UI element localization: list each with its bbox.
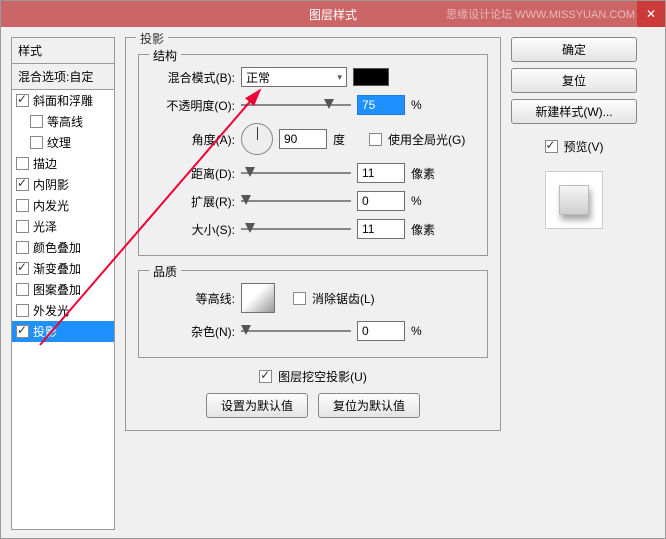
shadow-color-swatch[interactable] xyxy=(353,68,389,86)
distance-slider[interactable] xyxy=(241,166,351,180)
style-checkbox[interactable] xyxy=(16,283,29,296)
blend-mode-label: 混合模式(B): xyxy=(151,69,235,86)
distance-label: 距离(D): xyxy=(151,165,235,182)
close-button[interactable]: ✕ xyxy=(637,1,665,27)
preview-box xyxy=(545,171,603,229)
style-item-label: 投影 xyxy=(33,323,57,340)
reset-default-button[interactable]: 复位为默认值 xyxy=(318,393,420,418)
blend-mode-select[interactable]: 正常▾ xyxy=(241,67,347,87)
contour-label: 等高线: xyxy=(151,290,235,307)
style-checkbox[interactable] xyxy=(16,241,29,254)
style-item-label: 描边 xyxy=(33,155,57,172)
style-item-渐变叠加[interactable]: 渐变叠加 xyxy=(12,258,114,279)
new-style-button[interactable]: 新建样式(W)... xyxy=(511,99,637,124)
style-item-斜面和浮雕[interactable]: 斜面和浮雕 xyxy=(12,90,114,111)
global-light-label: 使用全局光(G) xyxy=(388,131,465,148)
close-icon: ✕ xyxy=(646,7,656,21)
angle-label: 角度(A): xyxy=(151,131,235,148)
style-item-纹理[interactable]: 纹理 xyxy=(12,132,114,153)
style-checkbox[interactable] xyxy=(16,325,29,338)
opacity-slider[interactable] xyxy=(241,98,351,112)
style-checkbox[interactable] xyxy=(16,304,29,317)
style-checkbox[interactable] xyxy=(16,94,29,107)
noise-input[interactable]: 0 xyxy=(357,321,405,341)
style-item-label: 颜色叠加 xyxy=(33,239,81,256)
style-item-label: 光泽 xyxy=(33,218,57,235)
ok-button[interactable]: 确定 xyxy=(511,37,637,62)
spread-label: 扩展(R): xyxy=(151,193,235,210)
spread-slider[interactable] xyxy=(241,194,351,208)
drop-shadow-panel: 投影 结构 混合模式(B): 正常▾ 不透明度(O): 75 xyxy=(125,37,501,431)
style-item-label: 斜面和浮雕 xyxy=(33,92,93,109)
panel-title: 投影 xyxy=(136,30,168,47)
style-item-外发光[interactable]: 外发光 xyxy=(12,300,114,321)
style-item-label: 内发光 xyxy=(33,197,69,214)
antialias-label: 消除锯齿(L) xyxy=(312,290,375,307)
preview-checkbox[interactable] xyxy=(545,140,558,153)
style-item-等高线[interactable]: 等高线 xyxy=(12,111,114,132)
style-item-内发光[interactable]: 内发光 xyxy=(12,195,114,216)
style-item-投影[interactable]: 投影 xyxy=(12,321,114,342)
distance-input[interactable]: 11 xyxy=(357,163,405,183)
style-checkbox[interactable] xyxy=(30,136,43,149)
structure-group: 结构 混合模式(B): 正常▾ 不透明度(O): 75 % xyxy=(138,54,488,256)
noise-label: 杂色(N): xyxy=(151,323,235,340)
style-checkbox[interactable] xyxy=(16,262,29,275)
window-title: 图层样式 xyxy=(309,6,357,23)
spread-input[interactable]: 0 xyxy=(357,191,405,211)
contour-picker[interactable] xyxy=(241,283,275,313)
style-item-label: 纹理 xyxy=(47,134,71,151)
noise-slider[interactable] xyxy=(241,324,351,338)
chevron-down-icon: ▾ xyxy=(337,72,342,83)
angle-input[interactable]: 90 xyxy=(279,129,327,149)
style-list: 斜面和浮雕等高线纹理描边内阴影内发光光泽颜色叠加渐变叠加图案叠加外发光投影 xyxy=(11,90,115,530)
watermark: 思缘设计论坛 WWW.MISSYUAN.COM xyxy=(446,6,665,22)
style-item-颜色叠加[interactable]: 颜色叠加 xyxy=(12,237,114,258)
global-light-checkbox[interactable] xyxy=(369,133,382,146)
quality-group: 品质 等高线: 消除锯齿(L) 杂色(N): 0 % xyxy=(138,270,488,358)
style-item-label: 渐变叠加 xyxy=(33,260,81,277)
style-checkbox[interactable] xyxy=(16,220,29,233)
knockout-checkbox[interactable] xyxy=(259,370,272,383)
style-item-光泽[interactable]: 光泽 xyxy=(12,216,114,237)
style-checkbox[interactable] xyxy=(16,157,29,170)
preview-label: 预览(V) xyxy=(564,138,604,155)
opacity-label: 不透明度(O): xyxy=(151,97,235,114)
style-item-label: 图案叠加 xyxy=(33,281,81,298)
preview-thumbnail xyxy=(559,185,589,215)
style-checkbox[interactable] xyxy=(16,178,29,191)
knockout-label: 图层挖空投影(U) xyxy=(278,368,367,385)
blend-options-item[interactable]: 混合选项:自定 xyxy=(11,64,115,90)
style-item-label: 内阴影 xyxy=(33,176,69,193)
structure-label: 结构 xyxy=(149,47,181,64)
style-checkbox[interactable] xyxy=(16,199,29,212)
style-checkbox[interactable] xyxy=(30,115,43,128)
styles-header: 样式 xyxy=(11,37,115,64)
opacity-input[interactable]: 75 xyxy=(357,95,405,115)
style-item-内阴影[interactable]: 内阴影 xyxy=(12,174,114,195)
cancel-button[interactable]: 复位 xyxy=(511,68,637,93)
titlebar: 图层样式 思缘设计论坛 WWW.MISSYUAN.COM ✕ xyxy=(1,1,665,27)
antialias-checkbox[interactable] xyxy=(293,292,306,305)
style-item-label: 等高线 xyxy=(47,113,83,130)
size-label: 大小(S): xyxy=(151,221,235,238)
size-slider[interactable] xyxy=(241,222,351,236)
quality-label: 品质 xyxy=(149,263,181,280)
size-input[interactable]: 11 xyxy=(357,219,405,239)
set-default-button[interactable]: 设置为默认值 xyxy=(206,393,308,418)
style-item-描边[interactable]: 描边 xyxy=(12,153,114,174)
angle-dial[interactable] xyxy=(241,123,273,155)
style-item-label: 外发光 xyxy=(33,302,69,319)
style-item-图案叠加[interactable]: 图案叠加 xyxy=(12,279,114,300)
